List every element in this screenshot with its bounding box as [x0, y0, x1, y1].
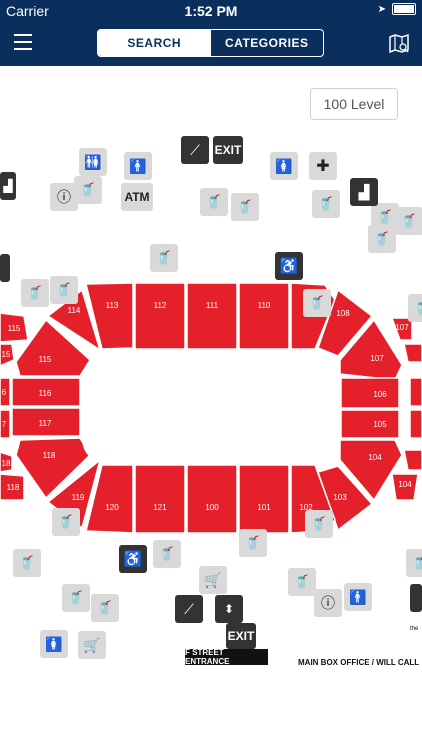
food-icon[interactable]: 🥤	[150, 244, 178, 272]
atm-icon[interactable]: ATM	[121, 183, 153, 211]
info-icon[interactable]: ⓘ	[314, 589, 342, 617]
label-107: 107	[370, 354, 384, 363]
food-icon[interactable]: 🥤	[52, 508, 80, 536]
food-icon[interactable]: 🥤	[288, 568, 316, 596]
accessible-icon[interactable]: ♿	[119, 545, 147, 573]
food-icon[interactable]: 🥤	[239, 529, 267, 557]
section-edge-107b[interactable]	[403, 343, 422, 363]
food-icon[interactable]: 🥤	[312, 190, 340, 218]
box-office-label: MAIN BOX OFFICE / WILL CALL	[298, 658, 420, 667]
section-111[interactable]	[186, 282, 238, 350]
label-edge-107: 107	[395, 323, 409, 332]
label-edge-15: 15	[2, 350, 11, 359]
section-edge-105[interactable]	[409, 409, 422, 439]
section-112[interactable]	[134, 282, 186, 350]
shopping-cart-icon[interactable]: 🛒	[199, 566, 227, 594]
food-icon[interactable]: 🥤	[231, 193, 259, 221]
mens-restroom-icon[interactable]: 🚹	[124, 152, 152, 180]
food-icon[interactable]: 🥤	[406, 549, 422, 577]
womens-restroom-icon[interactable]: 🚺	[40, 630, 68, 658]
label-111: 111	[206, 301, 219, 310]
elevator-icon[interactable]: ⬍	[215, 595, 243, 623]
label-edge-6: 6	[2, 388, 7, 397]
accessible-icon[interactable]: ♿	[275, 252, 303, 280]
label-100: 100	[205, 503, 219, 512]
label-116: 116	[39, 389, 52, 398]
womens-restroom-icon[interactable]: 🚺	[270, 152, 298, 180]
food-icon[interactable]: 🥤	[153, 540, 181, 568]
food-icon[interactable]: 🥤	[50, 276, 78, 304]
section-110[interactable]	[238, 282, 290, 350]
f-street-entrance-label: F STREET ENTRANCE	[185, 648, 268, 666]
food-icon[interactable]: 🥤	[408, 294, 422, 322]
label-118: 118	[43, 451, 56, 460]
food-icon[interactable]: 🥤	[305, 510, 333, 538]
label-119: 119	[72, 493, 85, 502]
label-114: 114	[68, 306, 81, 315]
label-121: 121	[153, 503, 167, 512]
arena-floor	[82, 357, 340, 462]
section-edge-104[interactable]	[403, 449, 422, 471]
stairs-icon[interactable]: ▟	[350, 178, 378, 206]
first-aid-icon[interactable]: ✚	[309, 152, 337, 180]
label-104: 104	[368, 453, 382, 462]
label-edge-7: 7	[2, 420, 7, 429]
food-icon[interactable]: 🥤	[395, 207, 422, 235]
food-icon[interactable]: 🥤	[368, 225, 396, 253]
food-icon[interactable]: 🥤	[91, 594, 119, 622]
escalator-icon[interactable]: ⟋	[175, 595, 203, 623]
food-icon[interactable]: 🥤	[303, 289, 331, 317]
food-icon[interactable]: 🥤	[62, 584, 90, 612]
device-icon[interactable]	[0, 254, 10, 282]
exit-sign: EXIT	[213, 136, 243, 164]
section-101[interactable]	[238, 464, 290, 534]
label-edge-115: 115	[8, 324, 21, 333]
section-100[interactable]	[186, 464, 238, 534]
label-110: 110	[258, 301, 271, 310]
device-icon[interactable]	[410, 584, 422, 612]
restroom-icon[interactable]: 🚻	[79, 148, 107, 176]
section-106[interactable]	[340, 377, 400, 409]
food-icon[interactable]: 🥤	[21, 279, 49, 307]
partial-label: the	[410, 626, 419, 632]
mens-restroom-icon[interactable]: 🚹	[344, 583, 372, 611]
exit-sign: EXIT	[226, 623, 256, 649]
info-icon[interactable]: ⓘ	[50, 183, 78, 211]
section-121[interactable]	[134, 464, 186, 534]
label-edge-104: 104	[398, 480, 412, 489]
label-106: 106	[373, 390, 387, 399]
label-117: 117	[39, 419, 52, 428]
food-icon[interactable]: 🥤	[13, 549, 41, 577]
label-115: 115	[39, 355, 52, 364]
label-108: 108	[336, 309, 350, 318]
shopping-cart-icon[interactable]: 🛒	[78, 631, 106, 659]
escalator-icon[interactable]: ⟋	[181, 136, 209, 164]
section-105[interactable]	[340, 409, 400, 439]
stairs-icon[interactable]: ▟	[0, 172, 16, 200]
label-edge-18: 18	[2, 459, 11, 468]
food-icon[interactable]: 🥤	[74, 176, 102, 204]
label-105: 105	[373, 420, 387, 429]
label-112: 112	[154, 301, 167, 310]
section-edge-106[interactable]	[409, 377, 422, 407]
label-103: 103	[333, 493, 347, 502]
label-113: 113	[106, 301, 119, 310]
label-120: 120	[105, 503, 119, 512]
label-edge-118: 118	[7, 483, 20, 492]
label-101: 101	[257, 503, 271, 512]
food-icon[interactable]: 🥤	[200, 188, 228, 216]
